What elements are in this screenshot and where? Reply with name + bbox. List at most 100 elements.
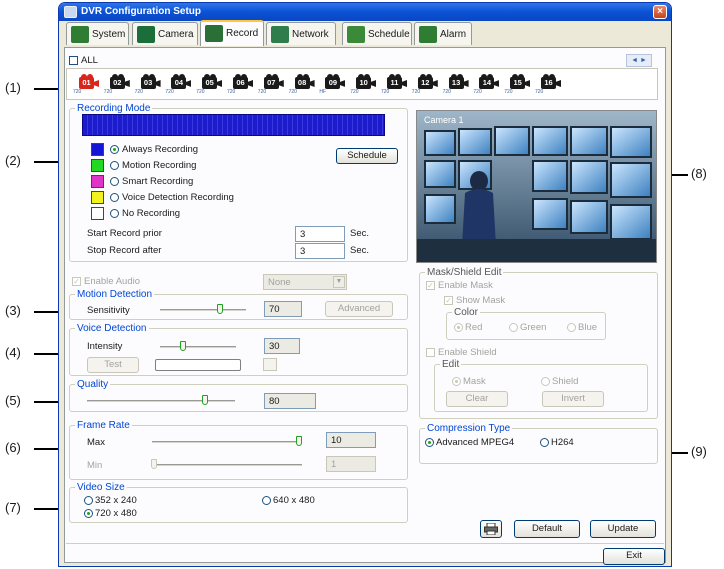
- frame-rate-min-label: Min: [87, 460, 103, 471]
- invert-button[interactable]: Invert: [542, 391, 604, 407]
- callout-2: (2): [5, 153, 21, 168]
- camera-10-button[interactable]: 10 720: [350, 74, 377, 95]
- camera-number: 14: [479, 77, 495, 89]
- voice-recording-radio[interactable]: [110, 193, 119, 202]
- camera-09-button[interactable]: 09 HF: [319, 74, 346, 95]
- enable-mask-checkbox[interactable]: ✓: [426, 281, 435, 290]
- camera-13-button[interactable]: 13 720: [443, 74, 470, 95]
- voice-recording-swatch: [91, 191, 104, 204]
- all-cameras-checkbox[interactable]: [69, 56, 78, 65]
- edit-mask-label: Mask: [463, 376, 486, 387]
- camera-resolution-label: 720: [381, 89, 390, 95]
- camera-08-button[interactable]: 08 720: [289, 74, 316, 95]
- camera-11-button[interactable]: 11 720: [381, 74, 408, 95]
- test-button[interactable]: Test: [87, 357, 139, 373]
- frame-rate-max-value[interactable]: 10: [326, 432, 376, 448]
- quality-slider-track: [87, 400, 235, 402]
- frame-rate-min-slider[interactable]: [151, 459, 157, 469]
- default-button[interactable]: Default: [514, 520, 580, 538]
- enable-audio-checkbox[interactable]: ✓: [72, 277, 81, 286]
- mask-color-red-radio[interactable]: [454, 323, 463, 332]
- frame-rate-max-label: Max: [87, 437, 105, 448]
- camera-lens-icon: [185, 80, 192, 87]
- frame-rate-min-value[interactable]: 1: [326, 456, 376, 472]
- mask-color-green-radio[interactable]: [509, 323, 518, 332]
- printer-icon: [484, 522, 498, 536]
- tab-schedule[interactable]: Schedule: [342, 22, 412, 45]
- print-button[interactable]: [480, 520, 502, 538]
- sensitivity-value[interactable]: 70: [264, 301, 302, 317]
- tab-camera[interactable]: Camera: [132, 22, 198, 45]
- camera-lens-icon: [339, 80, 346, 87]
- voice-level-indicator: [263, 358, 277, 371]
- camera-05-button[interactable]: 05 720: [196, 74, 223, 95]
- camera-02-button[interactable]: 02 720: [104, 74, 131, 95]
- tab-record[interactable]: Record: [200, 20, 264, 46]
- alarm-icon: [419, 26, 437, 43]
- compression-h264-radio[interactable]: [540, 438, 549, 447]
- motion-recording-radio[interactable]: [110, 161, 119, 170]
- camera-scroll-arrows[interactable]: ◄ ►: [626, 54, 652, 67]
- camera-number: 01: [79, 77, 94, 89]
- update-button[interactable]: Update: [590, 520, 656, 538]
- edit-mask-radio[interactable]: [452, 377, 461, 386]
- compression-mpeg4-radio[interactable]: [425, 438, 434, 447]
- frame-rate-label: Frame Rate: [75, 420, 132, 431]
- callout-8: (8): [691, 166, 707, 181]
- shield-edit-label: Edit: [440, 359, 462, 370]
- always-recording-radio[interactable]: [110, 145, 119, 154]
- edit-shield-label: Shield: [552, 376, 579, 387]
- exit-button[interactable]: Exit: [603, 548, 665, 565]
- mask-color-red-label: Red: [465, 322, 483, 333]
- camera-04-button[interactable]: 04 720: [165, 74, 192, 95]
- quality-value[interactable]: 80: [264, 393, 316, 409]
- camera-15-button[interactable]: 15 720: [504, 74, 531, 95]
- sensitivity-slider[interactable]: [217, 304, 224, 314]
- start-record-prior-field[interactable]: 3: [295, 226, 345, 242]
- close-button[interactable]: ×: [653, 5, 667, 19]
- intensity-slider[interactable]: [179, 341, 186, 351]
- quality-label: Quality: [75, 379, 111, 390]
- camera-number: 16: [541, 77, 556, 89]
- clear-button[interactable]: Clear: [446, 391, 508, 407]
- camera-preview[interactable]: Camera 1: [416, 110, 657, 263]
- title-bar[interactable]: DVR Configuration Setup ×: [59, 3, 671, 21]
- camera-03-button[interactable]: 03 720: [135, 74, 162, 95]
- frame-rate-max-slider[interactable]: [296, 436, 302, 446]
- camera-preview-caption: Camera 1: [424, 115, 464, 125]
- intensity-value[interactable]: 30: [264, 338, 300, 354]
- quality-group: Quality: [69, 379, 408, 412]
- edit-shield-radio[interactable]: [541, 377, 550, 386]
- video-size-720-label: 720 x 480: [95, 508, 137, 519]
- smart-recording-radio[interactable]: [110, 177, 119, 186]
- recording-timeline-bar[interactable]: [82, 114, 385, 136]
- video-size-640-radio[interactable]: [262, 496, 271, 505]
- show-mask-checkbox[interactable]: ✓: [444, 296, 453, 305]
- camera-number: 15: [510, 77, 526, 89]
- schedule-button[interactable]: Schedule: [336, 148, 398, 164]
- stop-record-after-field[interactable]: 3: [295, 243, 345, 259]
- window-title: DVR Configuration Setup: [81, 6, 201, 17]
- sensitivity-label: Sensitivity: [87, 305, 130, 316]
- advanced-button[interactable]: Advanced: [325, 301, 393, 317]
- tab-alarm[interactable]: Alarm: [414, 22, 472, 45]
- video-size-720-radio[interactable]: [84, 509, 93, 518]
- camera-06-button[interactable]: 06 720: [227, 74, 254, 95]
- camera-16-button[interactable]: 16 720: [535, 74, 562, 95]
- video-size-352-radio[interactable]: [84, 496, 93, 505]
- camera-14-button[interactable]: 14 720: [473, 74, 500, 95]
- enable-shield-checkbox[interactable]: [426, 348, 435, 357]
- footer-divider: [66, 543, 664, 544]
- camera-resolution-label: 720: [103, 89, 113, 95]
- video-size-label: Video Size: [75, 482, 127, 493]
- tab-system[interactable]: System: [66, 22, 129, 45]
- tab-network[interactable]: Network: [266, 22, 336, 45]
- mask-shield-label: Mask/Shield Edit: [425, 267, 504, 278]
- quality-slider[interactable]: [202, 395, 209, 405]
- camera-01-button[interactable]: 01 720: [73, 74, 100, 95]
- camera-07-button[interactable]: 07 720: [258, 74, 285, 95]
- camera-resolution-label: 720: [288, 89, 297, 95]
- no-recording-radio[interactable]: [110, 209, 119, 218]
- mask-color-blue-radio[interactable]: [567, 323, 576, 332]
- camera-12-button[interactable]: 12 720: [412, 74, 439, 95]
